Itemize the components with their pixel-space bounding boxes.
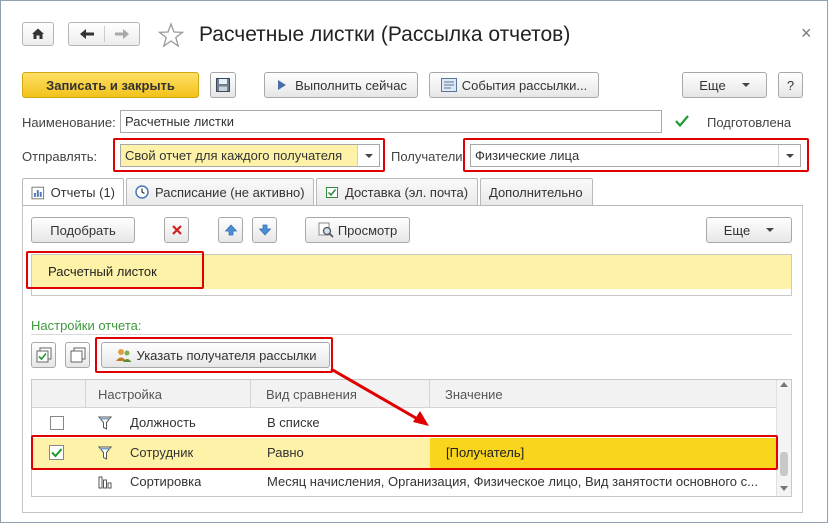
run-now-button[interactable]: Выполнить сейчас — [264, 72, 418, 98]
column-header-value[interactable]: Значение — [445, 381, 503, 408]
report-mailing-window: Расчетные листки (Рассылка отчетов) × За… — [0, 0, 828, 523]
pick-button[interactable]: Подобрать — [31, 217, 135, 243]
prepared-checkbox[interactable] — [674, 113, 690, 129]
chevron-down-icon — [741, 83, 750, 87]
tab-additional-label: Дополнительно — [489, 184, 583, 200]
magnifier-icon — [318, 222, 334, 238]
forward-arrow-icon[interactable] — [105, 23, 140, 45]
play-icon — [278, 80, 287, 90]
more-button-reports[interactable]: Еще — [706, 217, 792, 243]
sort-field-icon — [98, 476, 112, 489]
more-label: Еще — [723, 222, 751, 238]
back-arrow-icon[interactable] — [69, 23, 104, 45]
delete-x-icon — [171, 225, 182, 235]
move-up-button[interactable] — [218, 217, 243, 243]
chevron-down-icon — [766, 228, 775, 232]
annotation-selected-row — [31, 435, 778, 470]
clock-icon — [135, 185, 149, 199]
more-label: Еще — [699, 77, 726, 93]
delivery-icon — [326, 187, 338, 198]
header-divider — [250, 380, 251, 408]
name-field-value: Расчетные листки — [125, 114, 234, 129]
annotation-set-recipient — [95, 337, 333, 373]
tab-delivery[interactable]: Доставка (эл. почта) — [316, 178, 478, 205]
window-title: Расчетные листки (Рассылка отчетов) — [199, 23, 571, 46]
preview-button[interactable]: Просмотр — [305, 217, 410, 243]
scrollbar[interactable] — [776, 380, 791, 496]
tab-delivery-label: Доставка (эл. почта) — [345, 184, 469, 200]
tab-reports-label: Отчеты (1) — [50, 185, 115, 200]
save-button[interactable] — [210, 72, 236, 98]
header-divider — [85, 380, 86, 408]
report-settings-title: Настройки отчета: — [31, 318, 142, 333]
settings-divider — [31, 334, 792, 335]
setting-name: Должность — [130, 415, 196, 430]
send-label: Отправлять: — [22, 149, 98, 164]
tab-reports[interactable]: Отчеты (1) — [22, 178, 124, 206]
annotation-recipients — [463, 138, 809, 172]
tab-schedule[interactable]: Расписание (не активно) — [126, 178, 314, 205]
close-icon[interactable]: × — [801, 23, 812, 44]
table-row[interactable]: Должность В списке — [32, 409, 776, 438]
recipients-label: Получатели: — [391, 149, 467, 164]
history-nav — [68, 22, 140, 46]
comparison-type: Месяц начисления, Организация, Физическо… — [267, 474, 758, 489]
uncheck-all-button[interactable] — [65, 342, 90, 368]
scrollbar-thumb[interactable] — [780, 452, 788, 476]
row-checkbox[interactable] — [50, 416, 64, 430]
floppy-disk-icon — [216, 78, 230, 92]
prepared-label: Подготовлена — [707, 115, 792, 130]
uncheck-all-icon — [70, 347, 85, 363]
events-log-icon — [440, 78, 457, 92]
home-button[interactable] — [22, 22, 54, 46]
check-all-icon — [36, 347, 51, 363]
setting-name: Сортировка — [130, 474, 202, 489]
star-icon[interactable] — [158, 22, 184, 48]
name-label: Наименование: — [22, 115, 116, 130]
filter-field-icon — [98, 416, 112, 430]
move-down-button[interactable] — [252, 217, 277, 243]
run-now-label: Выполнить сейчас — [295, 77, 407, 93]
arrow-down-icon — [258, 224, 271, 236]
save-and-close-button[interactable]: Записать и закрыть — [22, 72, 199, 98]
mailing-events-button[interactable]: События рассылки... — [429, 72, 599, 98]
delete-button[interactable] — [164, 217, 189, 243]
check-all-button[interactable] — [31, 342, 56, 368]
more-button-top[interactable]: Еще — [682, 72, 767, 98]
help-button[interactable]: ? — [778, 72, 803, 98]
annotation-send-mode — [113, 138, 385, 172]
header-divider — [429, 380, 430, 408]
mailing-events-label: События рассылки... — [461, 77, 588, 93]
report-icon — [31, 186, 45, 199]
column-header-comparison[interactable]: Вид сравнения — [266, 381, 357, 408]
annotation-report-item — [26, 251, 204, 289]
home-icon — [32, 28, 44, 39]
tab-schedule-label: Расписание (не активно) — [155, 184, 305, 200]
comparison-type: В списке — [267, 415, 320, 430]
name-field[interactable]: Расчетные листки — [120, 110, 662, 133]
column-header-setting[interactable]: Настройка — [98, 381, 162, 408]
tab-additional[interactable]: Дополнительно — [480, 178, 593, 205]
table-row[interactable]: Сортировка Месяц начисления, Организация… — [32, 468, 776, 496]
arrow-up-icon — [224, 224, 237, 236]
preview-label: Просмотр — [337, 222, 398, 238]
